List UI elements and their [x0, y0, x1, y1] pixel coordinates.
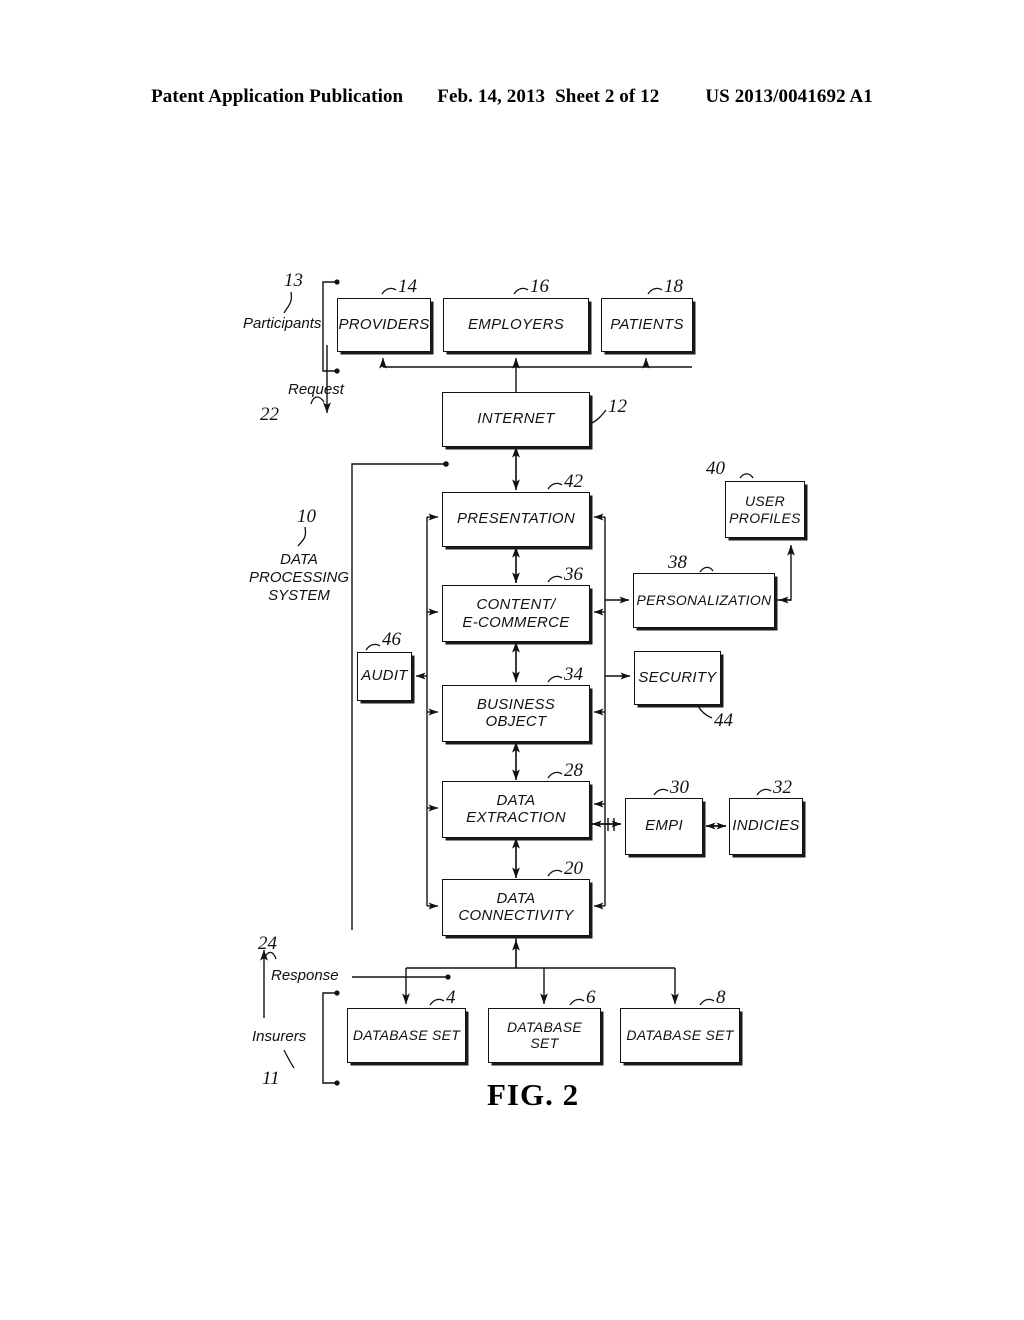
box-security-label: SECURITY: [638, 668, 717, 686]
ref-numeral-18: 18: [664, 276, 683, 297]
ref-numeral-4: 4: [446, 987, 456, 1008]
label-data-processing-system: DATA PROCESSING SYSTEM: [248, 551, 350, 604]
box-data-extraction[interactable]: DATA EXTRACTION: [442, 781, 590, 838]
ref-numeral-11: 11: [262, 1068, 280, 1089]
box-database-set-2-label: DATABASE SET: [506, 1018, 582, 1051]
box-data-connectivity[interactable]: DATA CONNECTIVITY: [442, 879, 590, 936]
ref-numeral-22: 22: [260, 404, 279, 425]
ref-numeral-36: 36: [564, 564, 583, 585]
ref-numeral-14: 14: [398, 276, 417, 297]
box-content-ecommerce-label: CONTENT/ E-COMMERCE: [462, 595, 570, 631]
box-business-object-label: BUSINESS OBJECT: [476, 695, 556, 730]
ref-numeral-34: 34: [564, 664, 583, 685]
ref-numeral-38: 38: [668, 552, 687, 573]
box-personalization-label: PERSONALIZATION: [636, 591, 772, 608]
box-audit[interactable]: AUDIT: [357, 652, 412, 701]
ref-numeral-30: 30: [670, 777, 689, 798]
box-empi-label: EMPI: [645, 817, 683, 835]
box-employers-label: EMPLOYERS: [467, 315, 565, 333]
ref-numeral-28: 28: [564, 760, 583, 781]
ref-numeral-24: 24: [258, 933, 277, 954]
box-user-profiles[interactable]: USER PROFILES: [725, 481, 805, 538]
box-data-connectivity-label: DATA CONNECTIVITY: [458, 889, 574, 924]
ref-numeral-40: 40: [706, 458, 725, 479]
ref-numeral-10: 10: [297, 506, 316, 527]
ref-numeral-44: 44: [714, 710, 733, 731]
box-presentation[interactable]: PRESENTATION: [442, 492, 590, 547]
box-empi[interactable]: EMPI: [625, 798, 703, 855]
label-participants: Participants: [243, 315, 322, 332]
box-indicies-label: INDICIES: [732, 817, 800, 835]
box-user-profiles-label: USER PROFILES: [729, 492, 801, 526]
box-audit-label: AUDIT: [361, 667, 408, 685]
box-internet[interactable]: INTERNET: [442, 392, 590, 447]
box-patients-label: PATIENTS: [610, 315, 684, 333]
box-database-set-1[interactable]: DATABASE SET: [347, 1008, 466, 1063]
box-data-extraction-label: DATA EXTRACTION: [466, 791, 566, 826]
box-database-set-2[interactable]: DATABASE SET: [488, 1008, 601, 1063]
connector-lines: [260, 279, 795, 1086]
ref-numeral-6: 6: [586, 987, 596, 1008]
figure-2-diagram: PROVIDERS EMPLOYERS PATIENTS INTERNET PR…: [0, 0, 1024, 1320]
box-security[interactable]: SECURITY: [634, 651, 721, 705]
box-database-set-1-label: DATABASE SET: [352, 1026, 461, 1043]
box-patients[interactable]: PATIENTS: [601, 298, 693, 352]
box-providers[interactable]: PROVIDERS: [337, 298, 431, 352]
box-personalization[interactable]: PERSONALIZATION: [633, 573, 775, 628]
ref-numeral-42: 42: [564, 471, 583, 492]
ref-numeral-32: 32: [773, 777, 792, 798]
label-insurers: Insurers: [252, 1028, 307, 1045]
label-request: Request: [288, 381, 344, 398]
box-providers-label: PROVIDERS: [338, 315, 430, 333]
ref-numeral-12: 12: [608, 396, 627, 417]
box-employers[interactable]: EMPLOYERS: [443, 298, 589, 352]
ref-numeral-20: 20: [564, 858, 583, 879]
ref-numeral-46: 46: [382, 629, 401, 650]
figure-caption: FIG. 2: [487, 1077, 580, 1112]
box-database-set-3-label: DATABASE SET: [626, 1026, 734, 1043]
ref-numeral-13: 13: [284, 270, 303, 291]
box-content-ecommerce[interactable]: CONTENT/ E-COMMERCE: [442, 585, 590, 642]
box-indicies[interactable]: INDICIES: [729, 798, 803, 855]
label-response: Response: [271, 967, 339, 984]
box-internet-label: INTERNET: [477, 410, 555, 428]
box-database-set-3[interactable]: DATABASE SET: [620, 1008, 740, 1063]
box-business-object[interactable]: BUSINESS OBJECT: [442, 685, 590, 742]
ref-numeral-8: 8: [716, 987, 726, 1008]
ref-numeral-16: 16: [530, 276, 549, 297]
box-presentation-label: PRESENTATION: [456, 510, 576, 528]
